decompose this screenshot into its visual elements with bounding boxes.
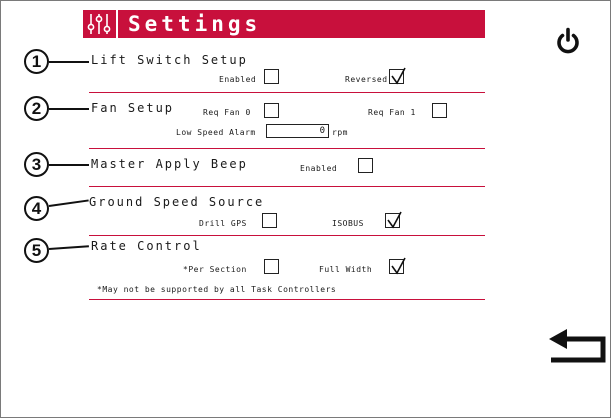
check-icon [387,211,402,229]
per-section-checkbox[interactable] [264,259,279,274]
low-speed-alarm-input[interactable]: 0 [266,124,329,138]
section-1-badge: 1 [24,49,49,74]
rate-control-title: Rate Control [91,239,202,253]
isobus-label: ISOBUS [332,219,364,228]
master-apply-beep-title: Master Apply Beep [91,157,248,171]
section-3-badge: 3 [24,152,49,177]
check-icon [391,67,406,85]
lift-enabled-label: Enabled [219,75,257,84]
power-button[interactable] [553,26,583,56]
low-speed-alarm-unit: rpm [332,128,348,137]
req-fan-0-checkbox[interactable] [264,103,279,118]
section-divider [89,92,485,93]
ground-speed-title: Ground Speed Source [89,195,265,209]
lift-reversed-checkbox[interactable] [389,67,406,85]
check-icon [391,257,406,275]
power-icon [557,27,579,54]
section-1-connector [49,61,89,63]
low-speed-alarm-label: Low Speed Alarm [176,128,256,137]
section-divider [89,186,485,187]
section-5-badge: 5 [24,238,49,263]
section-3-connector [49,164,89,166]
section-divider [89,148,485,149]
full-width-checkbox[interactable] [389,257,406,275]
req-fan-1-checkbox[interactable] [432,103,447,118]
beep-enabled-label: Enabled [300,164,338,173]
sliders-icon [83,10,118,38]
isobus-checkbox[interactable] [385,211,402,229]
per-section-label: *Per Section [183,265,247,274]
drill-gps-checkbox[interactable] [262,213,277,228]
lift-reversed-label: Reversed [345,75,388,84]
section-divider [89,235,485,236]
drill-gps-label: Drill GPS [199,219,247,228]
beep-enabled-checkbox[interactable] [358,158,373,173]
settings-screen: Settings 1 Lift Switch Setup Enabled Rev… [0,0,611,418]
fan-setup-title: Fan Setup [91,101,175,115]
req-fan-1-label: Req Fan 1 [368,108,416,117]
section-5-connector [48,245,89,250]
lift-enabled-checkbox[interactable] [264,69,279,84]
section-2-connector [49,108,89,110]
back-arrow-icon [549,329,606,363]
section-divider [89,299,485,300]
section-4-connector [48,199,89,207]
rate-control-footnote: *May not be supported by all Task Contro… [97,285,337,294]
back-button[interactable] [547,327,607,367]
lift-switch-title: Lift Switch Setup [91,53,248,67]
req-fan-0-label: Req Fan 0 [203,108,251,117]
full-width-label: Full Width [319,265,373,274]
page-title: Settings [128,12,262,36]
section-4-badge: 4 [24,196,49,221]
section-2-badge: 2 [24,96,49,121]
